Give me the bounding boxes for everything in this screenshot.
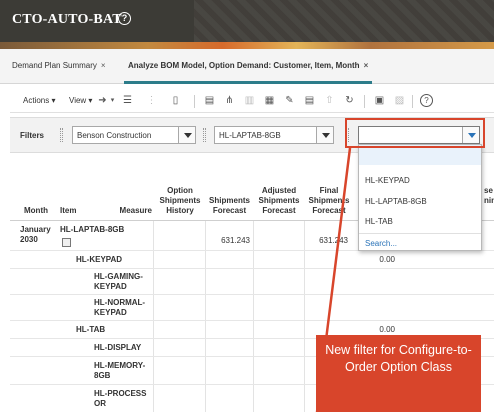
toolbar-separator [364,95,365,108]
highlight-box [345,118,485,148]
header-decoration [194,0,494,42]
tab-label: Analyze BOM Model, Option Demand: Custom… [128,61,360,70]
item-filter-value: HL-LAPTAB-8GB [219,131,281,140]
save-icon[interactable]: ▤ [204,95,215,106]
upload-icon[interactable]: ⇧ [324,95,335,106]
item-cell: HL-DISPLAY [94,343,142,352]
hierarchy-icon[interactable]: ⋮ [146,95,157,106]
item-filter-select[interactable]: HL-LAPTAB-8GB [214,126,334,144]
close-icon[interactable]: × [101,61,106,70]
device-icon[interactable]: ▯ [170,95,181,106]
value-cell[interactable]: 0.00 [365,255,395,264]
app-title: CTO-AUTO-BAT [12,12,122,27]
item-cell: HL-GAMING-KEYPAD [94,272,143,291]
header-color-strip [0,42,494,49]
callout-box: New filter for Configure-to-Order Option… [316,335,481,412]
format-icon[interactable]: ☰ [122,95,133,106]
option-class-dropdown: HL-KEYPAD HL-LAPTAB-8GB HL-TAB Search... [358,144,482,251]
refresh-icon[interactable]: ↻ [344,95,355,106]
actions-menu[interactable]: Actions ▾ [23,96,55,105]
help-icon[interactable]: ? [118,12,131,25]
drag-handle-icon[interactable] [203,128,206,142]
item-cell: HL-NORMAL-KEYPAD [94,298,146,317]
shipments-forecast-cell[interactable]: 631.243 [207,236,250,245]
dropdown-search-link[interactable]: Search... [359,233,481,253]
grid-icon[interactable]: ▦ [264,95,275,106]
document-icon[interactable] [62,238,71,247]
toolbar-separator [412,95,413,108]
drag-handle-icon[interactable] [60,128,63,142]
dropdown-option[interactable]: HL-TAB [359,211,481,231]
column-header-partial[interactable]: se ning [484,186,494,206]
column-header-shipments-forecast[interactable]: Shipments Forecast [207,196,252,216]
column-header-month[interactable]: Month [24,206,48,216]
chevron-down-icon[interactable]: ▾ [107,95,118,106]
tab-demand-plan-summary[interactable]: Demand Plan Summary × [12,61,106,70]
table-icon[interactable]: ▤ [304,95,315,106]
chevron-down-icon[interactable] [178,127,195,143]
dropdown-option[interactable]: HL-LAPTAB-8GB [359,191,481,211]
tree-icon[interactable]: ⋔ [224,95,235,106]
view-label: View [69,96,87,105]
dropdown-option-blank[interactable] [359,145,481,165]
table-row: HL-NORMAL-KEYPAD [10,295,494,321]
chart-icon[interactable]: ▥ [244,95,255,106]
table-row: HL-KEYPAD 0.00 [10,251,494,269]
customer-filter-value: Benson Construction [77,131,152,140]
tab-bar: Demand Plan Summary × Analyze BOM Model, … [0,49,494,84]
item-cell: HL-KEYPAD [76,255,123,264]
column-header-adjusted-shipments-forecast[interactable]: Adjusted Shipments Forecast [255,186,303,216]
app-header: CTO-AUTO-BAT ? [0,0,494,42]
column-header-option-shipments-history[interactable]: Option Shipments History [156,186,204,216]
dropdown-option[interactable]: HL-KEYPAD [359,170,481,190]
toolbar: Actions ▾ View ▾ ➜ ▾ ☰ ⋮ ▯ ▤ ⋔ ▥ ▦ ✎ ▤ ⇧… [10,91,494,113]
help-icon[interactable]: ? [420,94,433,107]
customer-filter-select[interactable]: Benson Construction [72,126,196,144]
chevron-down-icon[interactable] [316,127,333,143]
edit-icon[interactable]: ✎ [284,95,295,106]
item-cell: HL-LAPTAB-8GB [60,225,125,234]
column-header-item[interactable]: Item [60,206,76,216]
column-header-measure[interactable]: Measure [88,206,152,216]
close-icon[interactable]: × [364,61,369,70]
tab-analyze-bom-model[interactable]: Analyze BOM Model, Option Demand: Custom… [123,61,373,84]
copy-icon[interactable]: ▨ [394,95,405,106]
view-menu[interactable]: View ▾ [69,96,92,105]
table-row: HL-GAMING-KEYPAD [10,269,494,295]
actions-label: Actions [23,96,50,105]
item-cell: HL-MEMORY-8GB [94,361,146,380]
item-cell: HL-PROCESSOR [94,389,147,408]
document-icon[interactable]: ▣ [374,95,385,106]
item-cell: HL-TAB [76,325,106,334]
toolbar-separator [194,95,195,108]
tab-label: Demand Plan Summary [12,61,97,70]
value-cell[interactable]: 0.00 [365,325,395,334]
filters-label: Filters [20,131,45,140]
